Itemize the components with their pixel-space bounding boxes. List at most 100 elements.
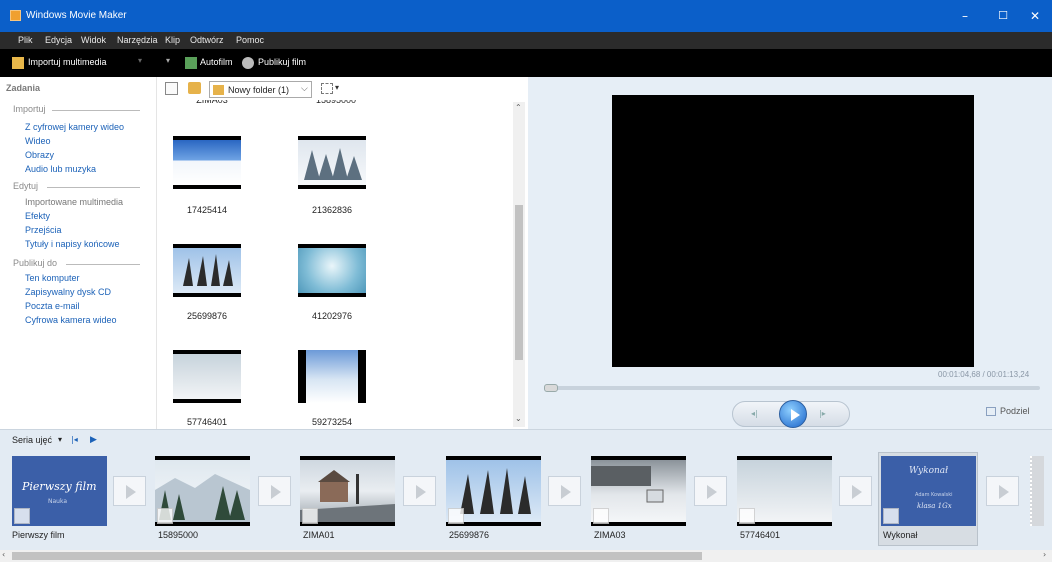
- playback-controls: ◂| |▸: [732, 400, 850, 428]
- storyboard-frame-57746401[interactable]: [737, 456, 832, 526]
- menu-bar: Plik Edycja Widok Narzędzia Klip Odtwórz…: [0, 32, 1052, 49]
- play-button[interactable]: [779, 400, 807, 428]
- storyboard-scrollbar[interactable]: ‹ ›: [0, 550, 1052, 562]
- task-link-transitions[interactable]: Przejścia: [25, 225, 62, 235]
- task-link-pictures[interactable]: Obrazy: [25, 150, 54, 160]
- transition-slot[interactable]: [694, 476, 727, 506]
- tasks-toggle-icon[interactable]: [165, 82, 178, 95]
- storyboard-mode-dropdown-icon[interactable]: ▾: [58, 435, 62, 444]
- close-button[interactable]: ✕: [1018, 0, 1052, 32]
- storyboard-caption: Pierwszy film: [12, 530, 65, 540]
- minimize-button[interactable]: –: [948, 0, 982, 32]
- collection-toolbar: Nowy folder (1) ⌵ ▾: [157, 77, 528, 102]
- import-media-button[interactable]: Importuj multimedia: [28, 57, 107, 67]
- next-frame-icon[interactable]: |▸: [819, 409, 826, 418]
- storyboard-frame-title[interactable]: Pierwszy film Nauka: [12, 456, 107, 526]
- scroll-left-icon[interactable]: ‹: [2, 550, 5, 559]
- task-link-this-computer[interactable]: Ten komputer: [25, 273, 80, 283]
- storyboard-caption: ZIMA01: [303, 530, 335, 540]
- collection-scrollbar[interactable]: ⌃ ⌄: [513, 102, 525, 427]
- undo-dropdown-icon[interactable]: ▾: [138, 56, 142, 65]
- scrollbar-thumb[interactable]: [515, 205, 523, 360]
- storyboard-frame-15895000[interactable]: [155, 456, 250, 526]
- transition-slot[interactable]: [986, 476, 1019, 506]
- media-thumb-57746401[interactable]: [173, 350, 241, 403]
- split-button[interactable]: Podziel: [1000, 406, 1030, 416]
- task-link-titles[interactable]: Tytuły i napisy końcowe: [25, 239, 120, 249]
- view-mode-icon[interactable]: [321, 83, 333, 94]
- transition-slot[interactable]: [548, 476, 581, 506]
- snowboard-image: [173, 140, 241, 185]
- storyboard-frame-credits[interactable]: Wykonał Adam Kowalski klasa 1Gx: [881, 456, 976, 526]
- storyboard-frame-zima01[interactable]: [300, 456, 395, 526]
- section-import-title: Importuj: [13, 104, 46, 114]
- scroll-right-icon[interactable]: ›: [1043, 550, 1046, 559]
- publish-movie-button[interactable]: Publikuj film: [258, 57, 306, 67]
- empty-frame-slot[interactable]: [1030, 456, 1044, 526]
- seek-bar[interactable]: [546, 386, 1040, 390]
- star-icon: [302, 508, 318, 524]
- collection-pane: Nowy folder (1) ⌵ ▾ ZIMA03 15895000 1742…: [157, 77, 528, 429]
- folder-select-value: Nowy folder (1): [228, 85, 290, 95]
- task-link-imported-media[interactable]: Importowane multimedia: [25, 197, 123, 207]
- media-thumb-17425414[interactable]: [173, 136, 241, 189]
- view-mode-dropdown-icon[interactable]: ▾: [335, 83, 339, 92]
- media-thumb-41202976[interactable]: [298, 244, 366, 297]
- task-link-email[interactable]: Poczta e-mail: [25, 301, 80, 311]
- collections-folder-icon[interactable]: [188, 82, 201, 94]
- storyboard-frame-zima03[interactable]: [591, 456, 686, 526]
- title-tile-text: Pierwszy film: [22, 480, 97, 493]
- storyboard-caption: 57746401: [740, 530, 781, 540]
- storyboard-mode-label[interactable]: Seria ujęć: [12, 435, 52, 445]
- menu-klip[interactable]: Klip: [165, 35, 180, 45]
- section-divider: [47, 187, 140, 188]
- task-link-dv-camera[interactable]: Z cyfrowej kamery wideo: [25, 122, 124, 132]
- media-thumb-21362836[interactable]: [298, 136, 366, 189]
- thumb-caption-clipped: ZIMA03: [196, 100, 228, 105]
- credits-line-2: klasa 1Gx: [917, 502, 952, 510]
- task-link-video[interactable]: Wideo: [25, 136, 51, 146]
- task-link-effects[interactable]: Efekty: [25, 211, 50, 221]
- menu-odtworz[interactable]: Odtwórz: [190, 35, 224, 45]
- star-icon: [883, 508, 899, 524]
- scroll-up-icon[interactable]: ⌃: [515, 103, 522, 112]
- thumb-caption-clipped: 15895000: [315, 100, 357, 105]
- media-thumb-25699876[interactable]: [173, 244, 241, 297]
- preview-screen: [612, 95, 974, 367]
- chevron-down-icon: ⌵: [301, 84, 308, 94]
- task-link-recordable-cd[interactable]: Zapisywalny dysk CD: [25, 287, 111, 297]
- autofilm-button[interactable]: Autofilm: [200, 57, 233, 67]
- transition-slot[interactable]: [839, 476, 872, 506]
- rewind-storyboard-icon[interactable]: |◂: [71, 435, 78, 444]
- menu-narzedzia[interactable]: Narzędzia: [117, 35, 158, 45]
- menu-plik[interactable]: Plik: [18, 35, 33, 45]
- scroll-down-icon[interactable]: ⌄: [515, 414, 522, 423]
- menu-pomoc[interactable]: Pomoc: [236, 35, 264, 45]
- menu-widok[interactable]: Widok: [81, 35, 106, 45]
- task-link-dv-camera-out[interactable]: Cyfrowa kamera wideo: [25, 315, 117, 325]
- play-storyboard-icon[interactable]: ▶: [90, 435, 97, 445]
- split-icon: [986, 407, 996, 416]
- transition-slot[interactable]: [403, 476, 436, 506]
- movie-maker-app-icon: [10, 10, 21, 21]
- star-icon: [448, 508, 464, 524]
- menu-edycja[interactable]: Edycja: [45, 35, 72, 45]
- storyboard-caption: 25699876: [449, 530, 490, 540]
- media-thumb-caption: 17425414: [186, 205, 228, 215]
- seek-handle[interactable]: [544, 384, 558, 392]
- snow-trees-image: [298, 140, 366, 185]
- transition-slot[interactable]: [113, 476, 146, 506]
- previous-frame-icon[interactable]: ◂|: [751, 409, 758, 418]
- media-thumb-59273254[interactable]: [298, 350, 366, 403]
- transition-slot[interactable]: [258, 476, 291, 506]
- maximize-button[interactable]: ☐: [986, 0, 1020, 32]
- folder-select[interactable]: Nowy folder (1) ⌵: [209, 81, 312, 98]
- task-link-audio[interactable]: Audio lub muzyka: [25, 164, 96, 174]
- title-bar: Windows Movie Maker – ☐ ✕: [0, 0, 1052, 32]
- section-publish-title: Publikuj do: [13, 258, 58, 268]
- redo-dropdown-icon[interactable]: ▾: [166, 56, 170, 65]
- title-tile-subtitle: Nauka: [48, 498, 68, 505]
- storyboard-frame-25699876[interactable]: [446, 456, 541, 526]
- toolbar: Importuj multimedia ▾ ▾ Autofilm Publiku…: [0, 49, 1052, 116]
- scrollbar-thumb[interactable]: [12, 552, 702, 560]
